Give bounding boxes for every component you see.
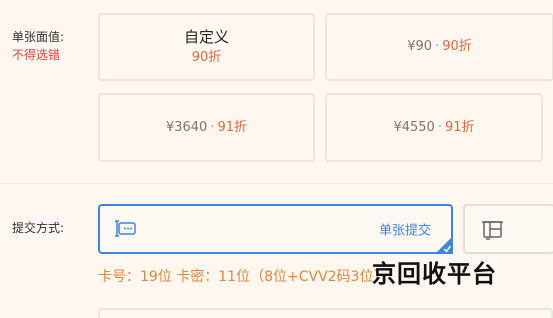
face-value-rate: 91折 (217, 119, 248, 135)
submit-method-label: 提交方式: (12, 221, 65, 235)
face-value-separator: · (435, 39, 440, 54)
face-value-option-4550[interactable]: ¥4550 · 91折 (325, 93, 543, 162)
card-input-area[interactable] (98, 308, 553, 318)
face-value-label-text: 单张面值: (12, 30, 65, 44)
face-value-label: 单张面值: 不得选错 (12, 28, 64, 64)
card-input-icon (115, 219, 137, 243)
submit-method-single[interactable]: 单张提交 (98, 204, 453, 254)
face-value-amount: ¥4550 (393, 119, 435, 135)
face-value-custom-title: 自定义 (183, 28, 229, 46)
face-value-warning: 不得选错 (12, 48, 61, 62)
selected-check-icon (435, 236, 453, 254)
face-value-separator: · (437, 119, 442, 135)
submit-method-single-label: 单张提交 (378, 223, 431, 239)
face-value-rate: 90折 (442, 39, 472, 54)
batch-submit-icon (481, 219, 505, 245)
face-value-option-90[interactable]: ¥90 · 90折 (325, 13, 553, 81)
card-format-hint: 卡号：19位 卡密：11位（8位+CVV2码3位） (98, 269, 388, 285)
face-value-amount: ¥3640 (165, 119, 208, 135)
face-value-option-custom[interactable]: 自定义 90折 (98, 13, 315, 81)
submit-method-batch[interactable] (463, 204, 553, 254)
face-value-separator: · (210, 119, 215, 135)
face-value-custom-discount: 90折 (191, 50, 222, 65)
face-value-4550-row: ¥4550 · 91折 (393, 119, 474, 137)
face-value-rate: 91折 (444, 119, 475, 135)
face-value-amount: ¥90 (407, 39, 433, 54)
face-value-option-3640[interactable]: ¥3640 · 91折 (98, 93, 315, 162)
section-divider (0, 183, 553, 184)
face-value-3640-row: ¥3640 · 91折 (166, 119, 247, 137)
face-value-90-row: ¥90 · 90折 (407, 38, 472, 56)
watermark-text: 京回收平台 (372, 259, 497, 288)
